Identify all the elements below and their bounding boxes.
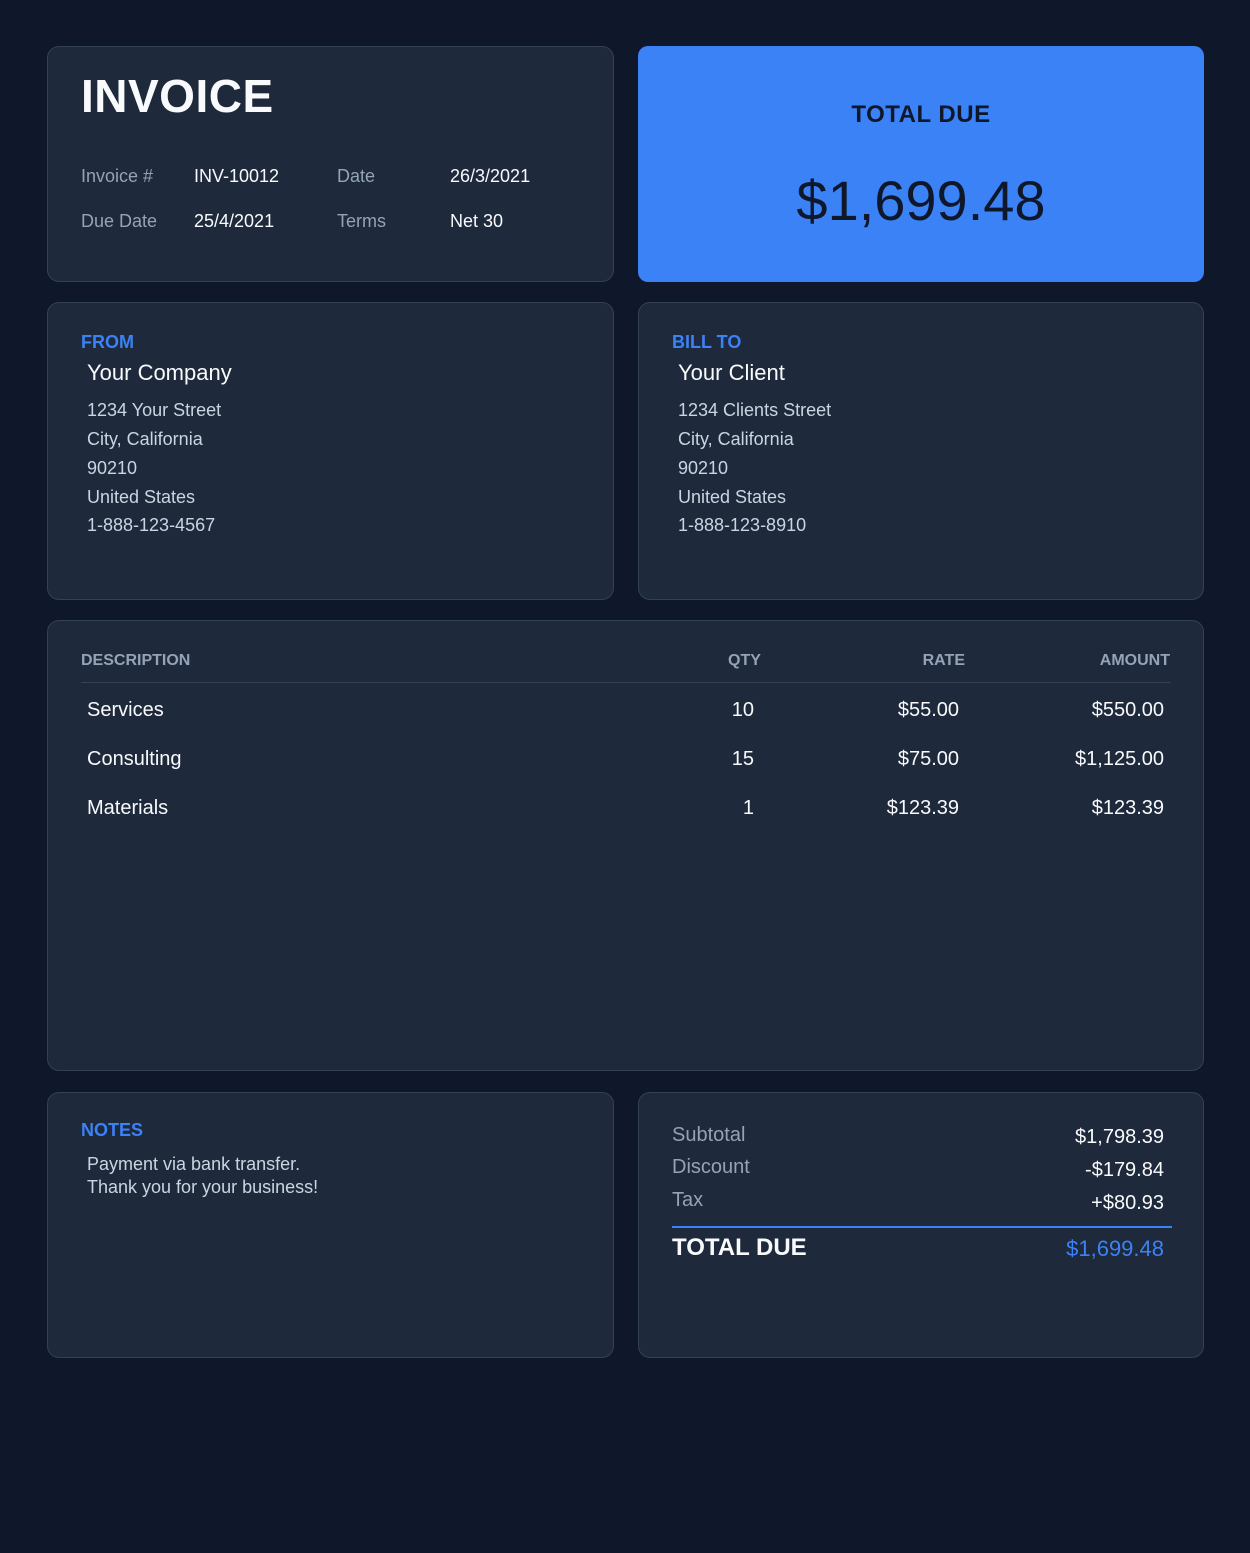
total-due-amount: $1,699.48 (796, 169, 1046, 232)
bill-to-address-line: 1234 Clients Street (678, 400, 832, 420)
from-company-name: Your Company (87, 360, 232, 385)
from-address-line: United States (87, 487, 196, 507)
from-address-line: City, California (87, 429, 203, 449)
item-qty: 10 (731, 699, 754, 721)
item-amount: $123.39 (1091, 797, 1164, 819)
bill-to-card: BILL TO Your Client 1234 Clients Street … (638, 302, 1204, 600)
tax-value: +$80.93 (1091, 1192, 1164, 1214)
discount-value: -$179.84 (1085, 1159, 1164, 1181)
column-header-amount: AMOUNT (1099, 652, 1170, 669)
item-amount: $1,125.00 (1075, 748, 1164, 770)
from-phone: 1-888-123-4567 (87, 515, 216, 535)
from-label: FROM (81, 332, 134, 352)
item-description: Services (87, 699, 164, 721)
column-header-rate: RATE (922, 652, 965, 669)
total-due-label: TOTAL DUE (851, 101, 991, 128)
terms-label: Terms (337, 211, 386, 231)
item-qty: 15 (731, 748, 754, 770)
invoice-title: INVOICE (81, 70, 274, 122)
bill-to-address-line: City, California (678, 429, 794, 449)
totals-summary-card: Subtotal $1,798.39 Discount -$179.84 Tax… (638, 1092, 1204, 1358)
invoice-number-value: INV-10012 (194, 166, 280, 186)
bill-to-phone: 1-888-123-8910 (678, 515, 807, 535)
bill-to-address-line: 90210 (678, 458, 729, 478)
bill-to-label: BILL TO (672, 332, 742, 352)
summary-total-value: $1,699.48 (1066, 1236, 1164, 1261)
summary-total-label: TOTAL DUE (672, 1234, 807, 1261)
total-divider (672, 1226, 1172, 1228)
invoice-number-label: Invoice # (81, 166, 154, 186)
notes-line: Thank you for your business! (87, 1177, 319, 1197)
item-rate: $55.00 (897, 699, 959, 721)
notes-line: Payment via bank transfer. (87, 1154, 301, 1174)
item-rate: $75.00 (897, 748, 959, 770)
terms-value: Net 30 (450, 211, 504, 231)
date-label: Date (337, 166, 376, 186)
due-date-value: 25/4/2021 (194, 211, 275, 231)
item-rate: $123.39 (886, 797, 959, 819)
date-value: 26/3/2021 (450, 166, 531, 186)
bill-to-address-line: United States (678, 487, 787, 507)
subtotal-label: Subtotal (672, 1124, 746, 1146)
from-address-line: 90210 (87, 458, 138, 478)
from-card: FROM Your Company 1234 Your Street City,… (47, 302, 614, 600)
subtotal-value: $1,798.39 (1075, 1126, 1164, 1148)
header-divider (81, 682, 1171, 683)
from-address-line: 1234 Your Street (87, 400, 222, 420)
bill-to-client-name: Your Client (678, 360, 785, 385)
line-items-table: DESCRIPTION QTY RATE AMOUNT Services 10 … (47, 620, 1204, 1071)
item-amount: $550.00 (1091, 699, 1164, 721)
column-header-description: DESCRIPTION (81, 652, 191, 669)
tax-label: Tax (672, 1189, 704, 1211)
invoice-header-card: INVOICE Invoice # INV-10012 Date 26/3/20… (47, 46, 614, 282)
item-description: Consulting (87, 748, 182, 770)
discount-label: Discount (672, 1156, 750, 1178)
item-qty: 1 (742, 797, 754, 819)
notes-card: NOTES Payment via bank transfer. Thank y… (47, 1092, 614, 1358)
item-description: Materials (87, 797, 169, 819)
column-header-qty: QTY (728, 652, 761, 669)
due-date-label: Due Date (81, 211, 158, 231)
total-due-panel: TOTAL DUE $1,699.48 (638, 46, 1204, 282)
notes-label: NOTES (81, 1120, 144, 1140)
